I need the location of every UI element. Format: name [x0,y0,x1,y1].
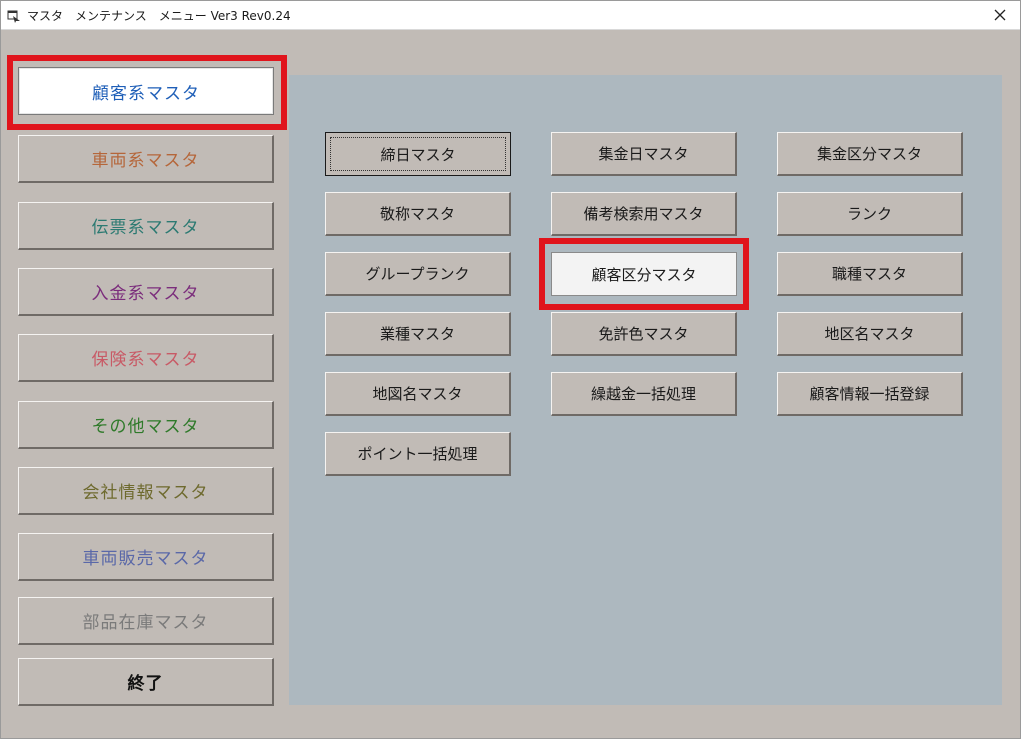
sidebar-item-label: 入金系マスタ [91,284,200,304]
sidebar-item-slip-master[interactable]: 伝票系マスタ [18,202,274,250]
main-window: マスタ メンテナンス メニュー Ver3 Rev0.24 顧客系マスタ 車両系マ… [0,0,1021,739]
button-label: 敬称マスタ [379,205,455,223]
title-bar[interactable]: マスタ メンテナンス メニュー Ver3 Rev0.24 [1,1,1020,30]
button-label: 顧客情報一括登録 [809,385,930,403]
license-color-master-button[interactable]: 免許色マスタ [551,312,737,356]
app-window-icon [7,8,21,23]
map-name-master-button[interactable]: 地図名マスタ [325,372,511,416]
carryover-batch-process-button[interactable]: 繰越金一括処理 [551,372,737,416]
sidebar-item-label: 車両系マスタ [91,151,200,171]
sidebar-item-label: その他マスタ [91,417,200,437]
rank-button[interactable]: ランク [777,192,963,236]
button-label: 地図名マスタ [372,385,463,403]
occupation-master-button[interactable]: 職種マスタ [777,252,963,296]
closing-date-master-button[interactable]: 締日マスタ [325,132,511,176]
button-label: 集金区分マスタ [816,145,922,163]
customer-info-batch-register-button[interactable]: 顧客情報一括登録 [777,372,963,416]
sidebar-item-label: 保険系マスタ [91,350,200,370]
close-icon [994,6,1006,25]
sidebar-item-other-master[interactable]: その他マスタ [18,401,274,449]
collection-date-master-button[interactable]: 集金日マスタ [551,132,737,176]
honorific-master-button[interactable]: 敬称マスタ [325,192,511,236]
sidebar-item-insurance-master[interactable]: 保険系マスタ [18,334,274,382]
group-rank-button[interactable]: グループランク [325,252,511,296]
button-label: 備考検索用マスタ [583,205,704,223]
sidebar-item-label: 顧客系マスタ [92,83,200,104]
button-label: 地区名マスタ [824,325,915,343]
sidebar-item-label: 部品在庫マスタ [82,613,209,633]
button-label: 締日マスタ [380,145,456,164]
industry-master-button[interactable]: 業種マスタ [325,312,511,356]
button-label: 集金日マスタ [598,145,689,163]
sidebar-item-label: 会社情報マスタ [82,483,209,503]
button-label: ポイント一括処理 [357,445,478,463]
window-title: マスタ メンテナンス メニュー Ver3 Rev0.24 [27,9,291,23]
sidebar-item-vehicle-sales-master[interactable]: 車両販売マスタ [18,533,274,581]
exit-button[interactable]: 終了 [18,658,274,706]
sidebar-item-payment-master[interactable]: 入金系マスタ [18,268,274,316]
button-label: 職種マスタ [831,265,907,283]
client-area: 顧客系マスタ 車両系マスタ 伝票系マスタ 入金系マスタ 保険系マスタ その他マス… [1,30,1020,738]
customer-category-master-button[interactable]: 顧客区分マスタ [551,252,737,296]
button-label: 業種マスタ [379,325,455,343]
sidebar-item-vehicle-master[interactable]: 車両系マスタ [18,135,274,183]
collection-category-master-button[interactable]: 集金区分マスタ [777,132,963,176]
points-batch-process-button[interactable]: ポイント一括処理 [325,432,511,476]
district-name-master-button[interactable]: 地区名マスタ [777,312,963,356]
close-button[interactable] [980,1,1020,29]
sidebar-item-label: 伝票系マスタ [91,218,200,238]
sidebar-item-parts-stock-master[interactable]: 部品在庫マスタ [18,597,274,645]
sidebar-item-label: 車両販売マスタ [82,549,209,569]
button-label: 免許色マスタ [598,325,689,343]
sidebar-item-customer-master[interactable]: 顧客系マスタ [18,67,274,115]
sidebar-item-company-info-master[interactable]: 会社情報マスタ [18,467,274,515]
button-label: グループランク [365,265,470,283]
button-label: ランク [846,205,892,223]
button-label: 繰越金一括処理 [590,385,696,403]
remarks-search-master-button[interactable]: 備考検索用マスタ [551,192,737,236]
button-label: 顧客区分マスタ [591,265,697,284]
exit-button-label: 終了 [127,674,164,694]
